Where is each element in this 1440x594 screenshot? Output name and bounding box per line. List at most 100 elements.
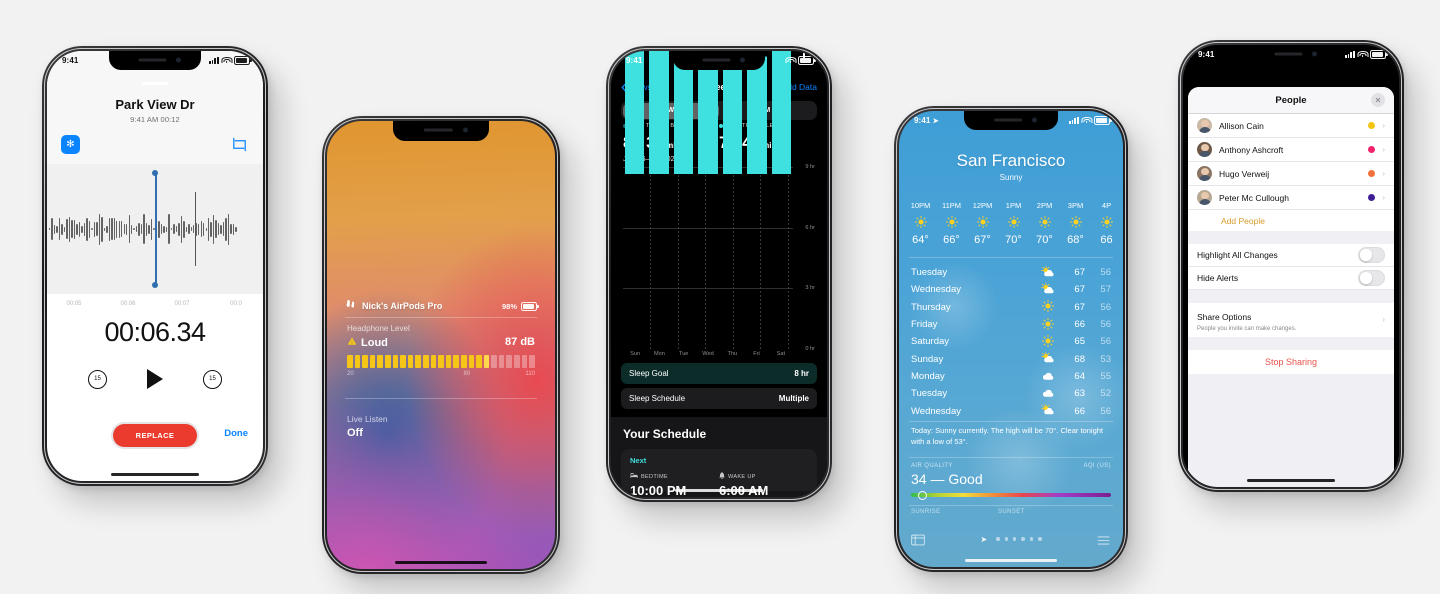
person-name: Allison Cain: [1219, 120, 1264, 131]
level-meter-segment: [491, 355, 497, 368]
share-options-row[interactable]: Share Options People you invite can make…: [1188, 303, 1394, 337]
hour-temp: 67°: [974, 234, 991, 246]
day-name: Monday: [911, 370, 945, 382]
chart-vertical-gridline: [732, 167, 734, 349]
waveform-bar: [208, 217, 210, 241]
map-icon[interactable]: [911, 533, 925, 546]
crop-icon[interactable]: [230, 135, 249, 154]
page-dots[interactable]: ➤: [925, 535, 1097, 544]
screenshot-stage: 9:41 Park View Dr 9:41 AM 00:12 ✻ 00:05 …: [0, 0, 1440, 594]
list-icon[interactable]: [1097, 533, 1111, 545]
waveform-area[interactable]: [47, 164, 263, 294]
chart-gridline: [623, 288, 793, 290]
screen-sleep: 9:41 Browse Sleep Add Data W M: [611, 51, 827, 497]
chart-vertical-gridline: [677, 167, 679, 349]
playhead-dot-top[interactable]: [152, 170, 158, 176]
person-row[interactable]: Anthony Ashcroft ›: [1188, 138, 1394, 162]
wifi-icon: [1357, 51, 1368, 58]
day-high: 66: [1074, 319, 1085, 331]
level-meter-segment: [400, 355, 406, 368]
level-meter-segment: [438, 355, 444, 368]
person-row[interactable]: Allison Cain ›: [1188, 114, 1394, 138]
replace-button[interactable]: REPLACE: [113, 424, 197, 447]
toggle-row[interactable]: Highlight All Changes: [1188, 244, 1394, 267]
divider: [345, 398, 537, 399]
toggle-switch[interactable]: [1358, 247, 1385, 263]
live-listen-value[interactable]: Off: [347, 427, 363, 439]
chart-x-tick: Wed: [702, 351, 714, 357]
daily-summary: Today: Sunny currently. The high will be…: [911, 426, 1103, 446]
hour-temp: 68°: [1067, 234, 1084, 246]
settings-toggle-group[interactable]: Highlight All Changes Hide Alerts: [1188, 244, 1394, 290]
airpods-icon: [345, 297, 356, 315]
timeline-tick: 00:0: [230, 301, 242, 307]
waveform-bar: [103, 227, 106, 231]
playhead-dot-bottom[interactable]: [152, 282, 158, 288]
chart-bar[interactable]: [747, 55, 767, 174]
skip-back-15-icon[interactable]: 15: [88, 369, 107, 389]
chart-bar[interactable]: [771, 51, 791, 174]
home-indicator[interactable]: [675, 489, 763, 492]
home-indicator[interactable]: [395, 561, 487, 564]
cellular-signal-icon: [208, 57, 219, 64]
play-icon[interactable]: [147, 369, 163, 389]
toggle-label: Highlight All Changes: [1197, 250, 1278, 260]
front-camera-icon: [739, 57, 745, 63]
close-icon[interactable]: ✕: [1371, 93, 1385, 107]
chart-bar[interactable]: [649, 51, 669, 174]
chart-bar[interactable]: [625, 51, 645, 174]
done-button[interactable]: Done: [224, 428, 248, 439]
chart-x-tick: Sun: [630, 351, 641, 357]
day-name: Saturday: [911, 336, 950, 348]
divider: [909, 505, 1113, 506]
level-meter-segment: [362, 355, 368, 368]
sun-icon: [998, 216, 1029, 231]
sun-icon: [905, 216, 936, 231]
magic-wand-icon[interactable]: ✻: [61, 135, 80, 154]
waveform-bar: [235, 226, 237, 232]
home-indicator[interactable]: [1247, 479, 1335, 482]
people-list[interactable]: Allison Cain › Anthony Ashcroft › Hugo Verwe…: [1188, 114, 1394, 210]
aqi-value: 34 — Good: [911, 471, 983, 487]
sheet-grabber[interactable]: [142, 82, 168, 85]
home-indicator[interactable]: [111, 473, 199, 476]
cellular-signal-icon: [1068, 117, 1079, 124]
waveform-bar: [56, 225, 58, 233]
toggle-row[interactable]: Hide Alerts: [1188, 267, 1394, 290]
chart-x-labels: Sun Mon Tue Wed Thu Fri Sat: [623, 351, 793, 357]
airpods-device-row[interactable]: Nick's AirPods Pro 98%: [345, 297, 539, 315]
schedule-card[interactable]: Next BEDTIME 10:00 PM Today: [621, 449, 817, 497]
row-value: Multiple: [778, 394, 809, 403]
home-indicator[interactable]: [965, 559, 1057, 562]
level-meter-segment: [430, 355, 437, 368]
waveform-bar: [121, 221, 123, 237]
row-sleep-goal[interactable]: Sleep Goal 8 hr: [621, 363, 817, 384]
timeline-tick: 00:05: [66, 301, 82, 307]
section-title: Your Schedule: [623, 427, 707, 441]
hour-temp: 70°: [1005, 234, 1022, 246]
playhead-line[interactable]: [155, 172, 157, 286]
toggle-switch[interactable]: [1358, 270, 1385, 286]
sun-icon: [1060, 216, 1091, 231]
hourly-forecast[interactable]: 10PM 64° 11PM 66° 12PM 67° 1PM 70° 2PM 70° 3PM 68° 4…: [905, 201, 1123, 246]
daily-forecast-list[interactable]: Tuesday 67 56 Wednesday 67 57 Thursday 67 56 Frid…: [911, 264, 1111, 420]
person-row[interactable]: Hugo Verweij ›: [1188, 162, 1394, 186]
day-name: Friday: [911, 319, 938, 331]
waveform-bar: [88, 220, 91, 238]
bar-segment-asleep: [625, 51, 645, 174]
person-row[interactable]: Peter Mc Cullough ›: [1188, 186, 1394, 210]
add-people-button[interactable]: Add People: [1188, 210, 1394, 231]
waveform-bar: [81, 225, 83, 233]
row-sleep-schedule[interactable]: Sleep Schedule Multiple: [621, 388, 817, 409]
waveform-bar: [205, 227, 207, 231]
person-color-dot: [1368, 146, 1376, 153]
chevron-right-icon: ›: [1382, 169, 1385, 178]
person-name: Peter Mc Cullough: [1219, 192, 1289, 203]
waveform-bar: [49, 228, 51, 230]
waveform-bar: [53, 224, 56, 234]
stop-sharing-button[interactable]: Stop Sharing: [1188, 350, 1394, 374]
skip-forward-15-icon[interactable]: 15: [203, 369, 222, 389]
status-time-group: 9:41 ➤: [914, 116, 939, 125]
hourly-forecast-item: 2PM 70°: [1029, 201, 1060, 246]
sleep-bar-chart[interactable]: 0 hr 3 hr 6 hr 9 hr: [623, 51, 815, 352]
